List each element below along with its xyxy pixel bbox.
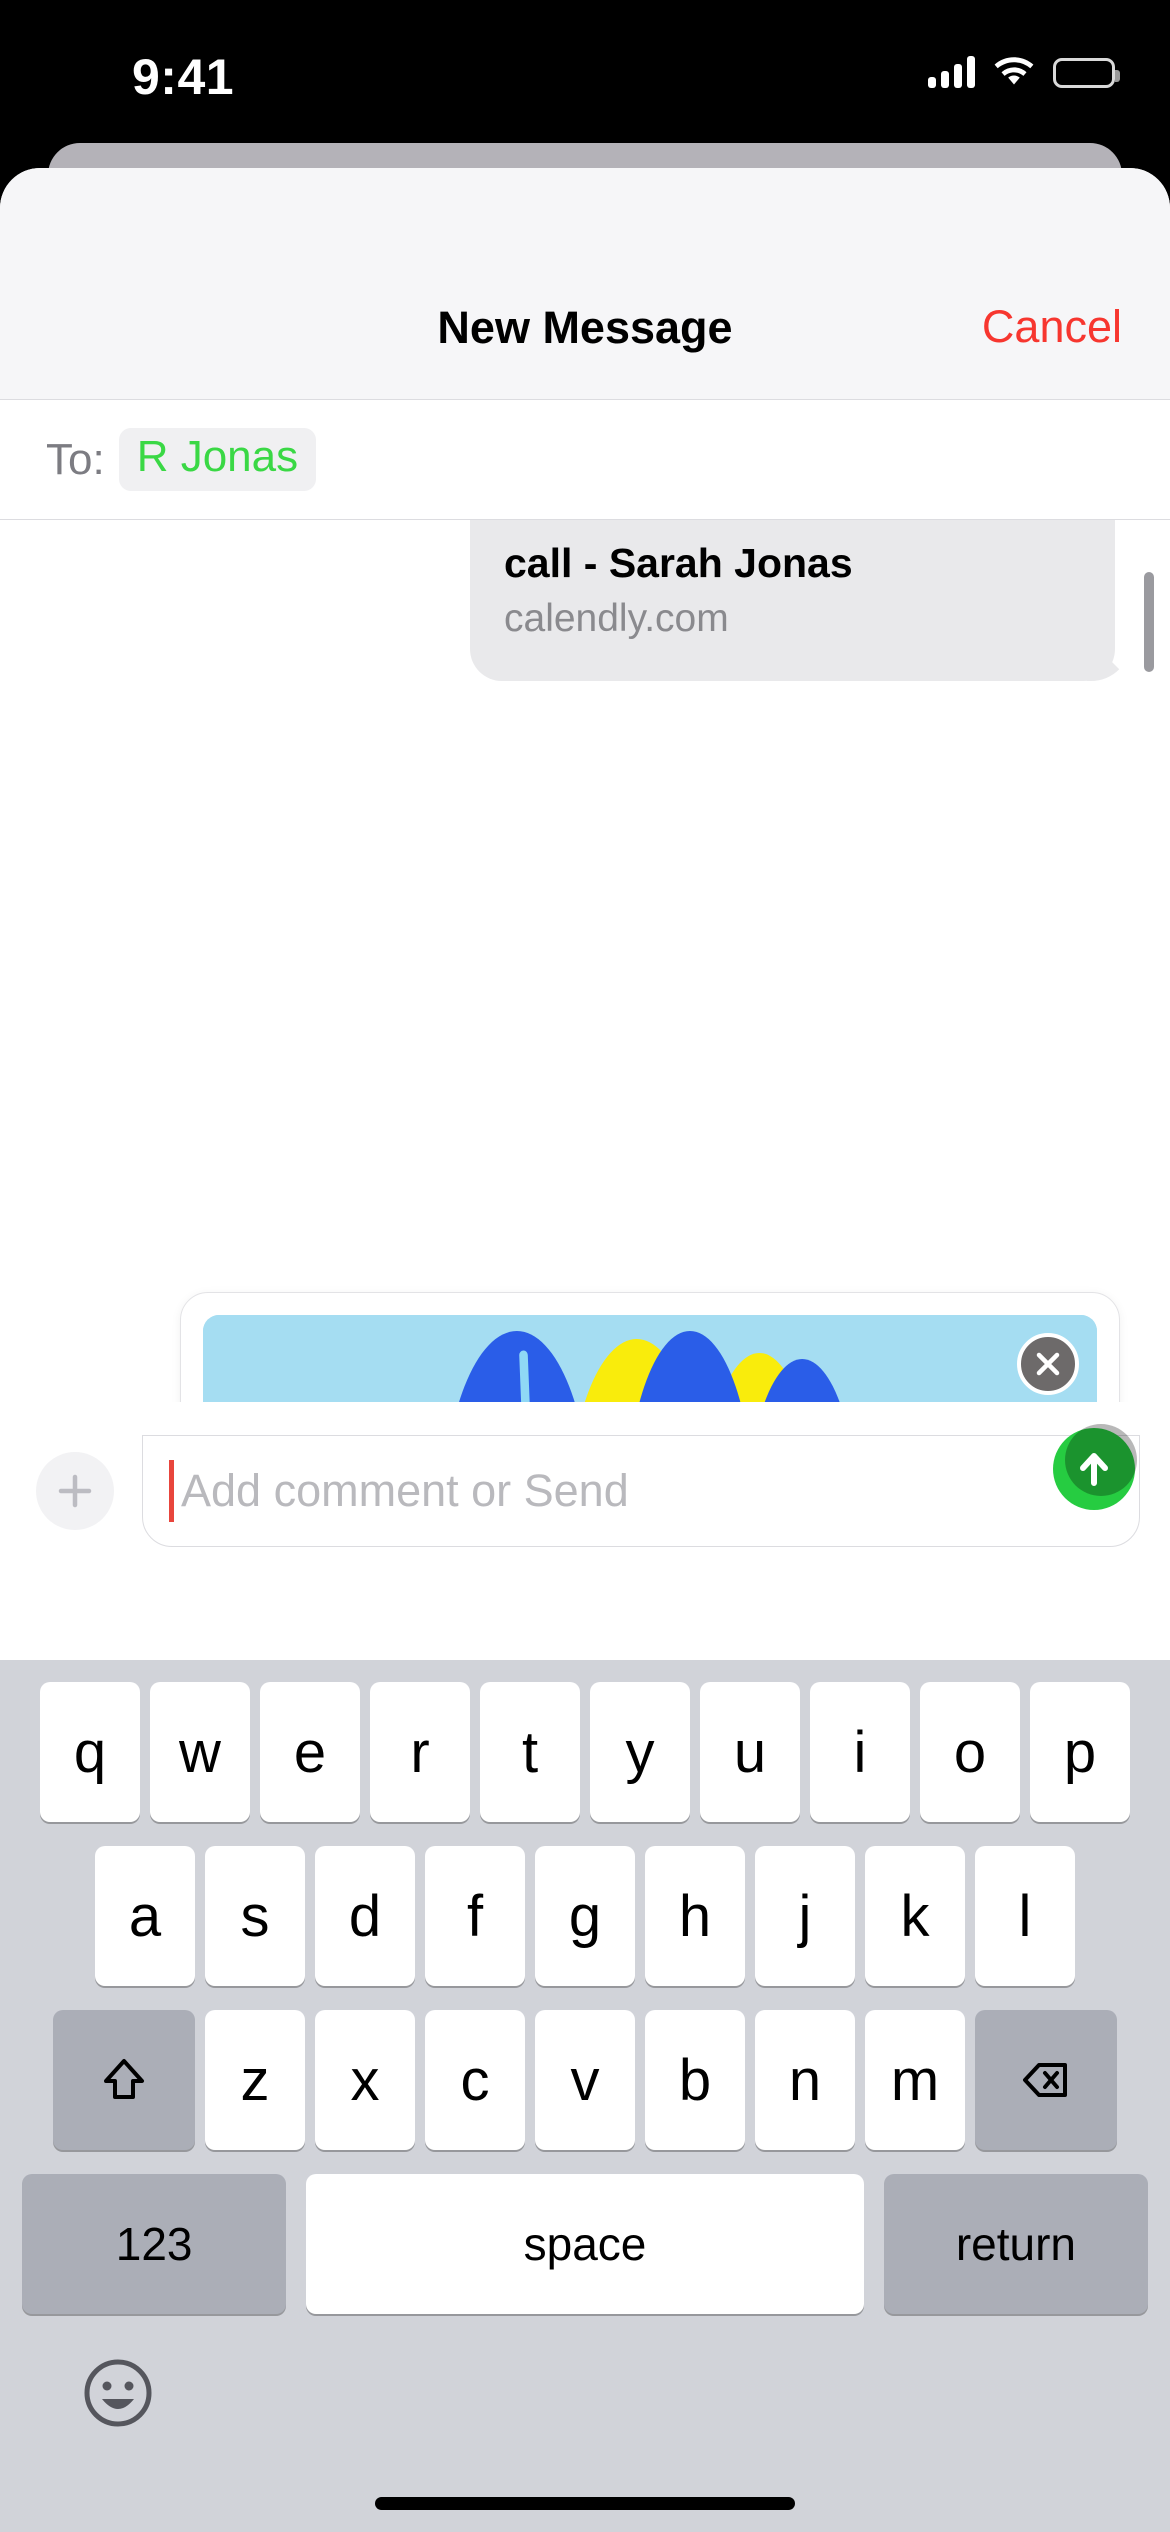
composer-bar: Add comment or Send [0,1402,1170,1580]
keyboard-bottom-row [0,2338,1170,2448]
home-indicator [375,2497,795,2510]
conversation-scrollbar[interactable] [1144,572,1154,672]
battery-icon [1053,58,1120,88]
message-input-placeholder: Add comment or Send [181,1465,629,1516]
message-input[interactable]: Add comment or Send [142,1424,1140,1547]
cellular-signal-icon [928,56,975,88]
key-e[interactable]: e [260,1682,360,1822]
arrow-up-icon [1080,1453,1108,1486]
key-numbers[interactable]: 123 [22,2174,287,2314]
nav-header: New Message Cancel [0,168,1170,400]
conversation-area: call - Sarah Jonas calendly.com Add comm… [0,520,1170,1580]
key-u[interactable]: u [700,1682,800,1822]
bubble-link-url: calendly.com [504,597,729,640]
plus-icon[interactable] [36,1452,114,1530]
key-o[interactable]: o [920,1682,1020,1822]
close-icon[interactable] [1017,1333,1079,1395]
key-j[interactable]: j [755,1846,855,1986]
keyboard-row-4: 123 space return [0,2174,1170,2314]
key-d[interactable]: d [315,1846,415,1986]
shift-up-arrow-icon[interactable] [53,2010,195,2150]
iphone-screen: 9:41 New Message Cancel To: R Jonas call… [0,0,1170,2532]
emoji-smiley-icon[interactable] [78,2353,158,2433]
key-g[interactable]: g [535,1846,635,1986]
message-bubble-incoming[interactable]: call - Sarah Jonas calendly.com [470,520,1115,681]
key-r[interactable]: r [370,1682,470,1822]
key-v[interactable]: v [535,2010,635,2150]
send-button[interactable] [1053,1424,1137,1510]
status-bar-clock: 9:41 [132,49,235,105]
key-k[interactable]: k [865,1846,965,1986]
key-p[interactable]: p [1030,1682,1130,1822]
key-a[interactable]: a [95,1846,195,1986]
key-q[interactable]: q [40,1682,140,1822]
key-c[interactable]: c [425,2010,525,2150]
key-x[interactable]: x [315,2010,415,2150]
recipient-field[interactable]: To: R Jonas [0,400,1170,520]
keyboard-row-1: q w e r t y u i o p [0,1682,1170,1822]
key-z[interactable]: z [205,2010,305,2150]
key-w[interactable]: w [150,1682,250,1822]
status-bar-indicators [928,56,1120,88]
key-i[interactable]: i [810,1682,910,1822]
cancel-button[interactable]: Cancel [982,301,1122,353]
key-b[interactable]: b [645,2010,745,2150]
key-space[interactable]: space [306,2174,864,2314]
recipient-chip[interactable]: R Jonas [118,428,317,491]
key-return[interactable]: return [883,2174,1149,2314]
onscreen-keyboard: q w e r t y u i o p a s d f g h j k l z … [0,1660,1170,2532]
status-bar: 9:41 [0,0,1170,150]
text-caret [169,1460,174,1522]
key-t[interactable]: t [480,1682,580,1822]
key-s[interactable]: s [205,1846,305,1986]
key-n[interactable]: n [755,2010,855,2150]
key-m[interactable]: m [865,2010,965,2150]
key-f[interactable]: f [425,1846,525,1986]
to-label: To: [46,434,105,484]
bubble-link-title: call - Sarah Jonas [504,540,853,586]
new-message-sheet: New Message Cancel To: R Jonas call - Sa… [0,168,1170,2532]
backspace-delete-icon[interactable] [975,2010,1117,2150]
keyboard-row-3: z x c v b n m [0,2010,1170,2150]
keyboard-row-2: a s d f g h j k l [0,1846,1170,1986]
key-y[interactable]: y [590,1682,690,1822]
wifi-icon [993,56,1035,88]
key-h[interactable]: h [645,1846,745,1986]
key-l[interactable]: l [975,1846,1075,1986]
